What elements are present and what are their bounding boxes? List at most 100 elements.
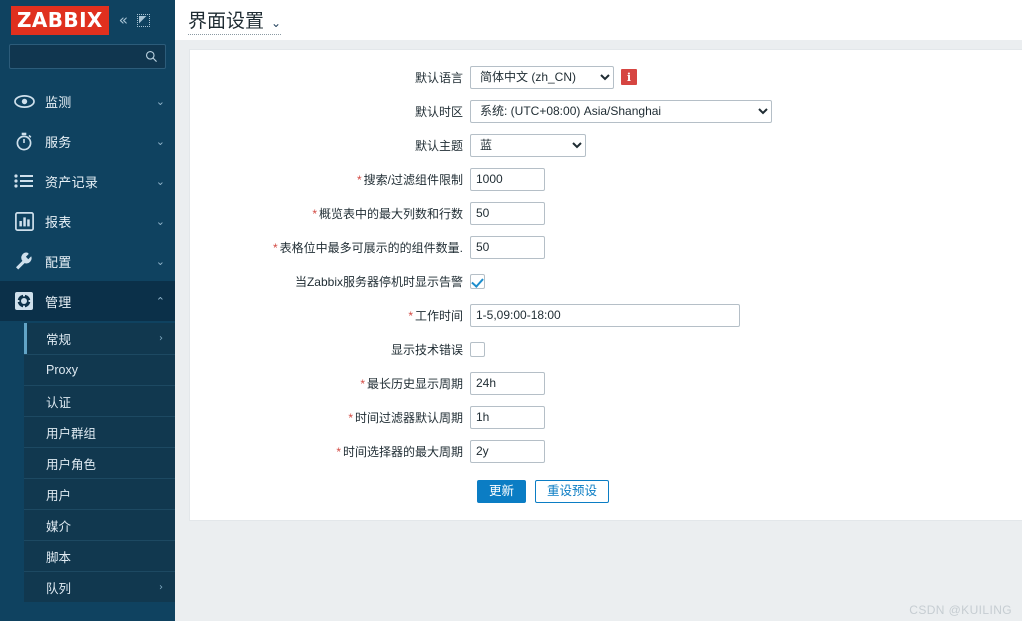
working-time-input[interactable] [470, 303, 740, 327]
sidebar-subitem-user-roles[interactable]: 用户角色 [24, 447, 175, 478]
sidebar-subitem-queue[interactable]: 队列 › [24, 571, 175, 602]
page-header: 界面设置 ⌄ [175, 0, 1022, 40]
sidebar-item-label: 管理 [45, 294, 72, 310]
label-technical-errors: 显示技术错误 [390, 342, 463, 357]
sidebar-item-inventory[interactable]: 资产记录 ⌄ [0, 161, 175, 201]
chart-bar-icon [13, 210, 35, 232]
gui-settings-form: 默认语言 简体中文 (zh_CN) i 默认时区 系统: (UTC+08:00)… [190, 50, 1022, 503]
field-max-cell-elements [470, 235, 545, 259]
max-history-period-input[interactable] [470, 371, 545, 395]
label-default-theme: 默认主题 [414, 138, 463, 153]
sidebar-subitem-authentication[interactable]: 认证 [24, 385, 175, 416]
sidebar-item-label: 资产记录 [45, 174, 99, 190]
form-row-server-down-warning: 当Zabbix服务器停机时显示告警 [190, 264, 1022, 298]
update-button[interactable]: 更新 [477, 480, 527, 503]
sidebar-submenu-administration: 常规 › Proxy 认证 用户群组 用户角色 用户 媒介 脚本 队列 › [24, 323, 175, 602]
label-text: 工作时间 [414, 308, 463, 323]
sidebar-subitem-media-types[interactable]: 媒介 [24, 509, 175, 540]
sidebar-subitem-proxy[interactable]: Proxy [24, 354, 175, 385]
collapse-sidebar-icon[interactable]: « [119, 12, 128, 28]
label-working-time: * 工作时间 [190, 307, 470, 324]
max-cell-elements-input[interactable] [470, 235, 545, 259]
form-row-technical-errors: 显示技术错误 [190, 332, 1022, 366]
technical-errors-checkbox[interactable] [470, 341, 485, 357]
chevron-down-icon: ⌄ [155, 254, 165, 268]
sidebar-search-container [0, 40, 175, 69]
form-row-time-filter-max: * 时间选择器的最大周期 [190, 434, 1022, 468]
sidebar-subitem-label: 队列 [46, 581, 72, 596]
reset-defaults-button[interactable]: 重设预设 [535, 480, 610, 503]
label-text: 最长历史显示周期 [366, 376, 463, 391]
sidebar-subitem-general[interactable]: 常规 › [24, 323, 175, 354]
sidebar-subitem-label: 媒介 [46, 519, 72, 534]
field-working-time [470, 303, 740, 327]
max-overview-input[interactable] [470, 201, 545, 225]
label-text: 时间选择器的最大周期 [342, 444, 463, 459]
form-row-default-theme: 默认主题 蓝 [190, 128, 1022, 162]
form-row-max-overview: * 概览表中的最大列数和行数 [190, 196, 1022, 230]
required-marker: * [272, 240, 278, 255]
label-server-down-warning: 当Zabbix服务器停机时显示告警 [294, 274, 463, 289]
label-search-limit: * 搜索/过滤组件限制 [190, 171, 470, 188]
sidebar-item-label: 报表 [45, 214, 72, 230]
hide-sidebar-icon[interactable] [136, 13, 150, 27]
sidebar: ZABBIX « 监测 ⌄ 服务 ⌄ 资产记录 ⌄ 报表 ⌄ 配置 ⌄ 管理 ⌃… [0, 0, 175, 621]
chevron-down-icon: ⌄ [155, 214, 165, 228]
required-marker: * [312, 206, 317, 221]
label-time-filter-max: * 时间选择器的最大周期 [190, 443, 470, 460]
field-default-timezone: 系统: (UTC+08:00) Asia/Shanghai [470, 99, 772, 123]
chevron-down-icon: ⌄ [155, 134, 165, 148]
sidebar-subitem-label: 用户群组 [46, 426, 97, 441]
form-row-max-cell-elements: * 表格位中最多可展示的的组件数量. [190, 230, 1022, 264]
label-time-filter-default: * 时间过滤器默认周期 [190, 409, 470, 426]
sidebar-item-monitoring[interactable]: 监测 ⌄ [0, 81, 175, 121]
chevron-right-icon: › [159, 581, 163, 593]
form-row-working-time: * 工作时间 [190, 298, 1022, 332]
time-filter-max-input[interactable] [470, 439, 545, 463]
zabbix-logo: ZABBIX [11, 5, 109, 35]
sidebar-item-configuration[interactable]: 配置 ⌄ [0, 241, 175, 281]
field-technical-errors [470, 341, 485, 357]
chevron-up-icon: ⌃ [155, 294, 165, 308]
default-timezone-select[interactable]: 系统: (UTC+08:00) Asia/Shanghai [470, 99, 772, 123]
field-server-down-warning [470, 273, 485, 289]
field-search-limit [470, 167, 545, 191]
search-input[interactable] [10, 45, 165, 68]
sidebar-subitem-label: 常规 [46, 333, 72, 347]
eye-icon [13, 90, 35, 112]
form-row-max-history-period: * 最长历史显示周期 [190, 366, 1022, 400]
sidebar-subitem-user-groups[interactable]: 用户群组 [24, 416, 175, 447]
field-time-filter-default [470, 405, 545, 429]
page-title-text: 界面设置 [188, 10, 265, 32]
label-max-cell-elements: * 表格位中最多可展示的的组件数量. [190, 239, 470, 256]
sidebar-subitem-scripts[interactable]: 脚本 [24, 540, 175, 571]
required-marker: * [348, 410, 353, 425]
label-max-history-period: * 最长历史显示周期 [190, 375, 470, 392]
search-limit-input[interactable] [470, 167, 545, 191]
sidebar-subitem-label: 用户 [46, 488, 72, 503]
time-filter-default-input[interactable] [470, 405, 545, 429]
sidebar-subitem-label: 用户角色 [46, 457, 97, 472]
label-default-timezone: 默认时区 [414, 104, 463, 119]
chevron-down-icon: ⌄ [155, 174, 165, 188]
label-text: 概览表中的最大列数和行数 [318, 206, 463, 221]
default-theme-select[interactable]: 蓝 [470, 133, 586, 157]
form-actions: 更新 重设预设 [190, 480, 1022, 503]
info-icon[interactable]: i [621, 69, 637, 85]
sidebar-item-services[interactable]: 服务 ⌄ [0, 121, 175, 161]
required-marker: * [336, 444, 341, 459]
search-box[interactable] [9, 44, 166, 69]
sidebar-item-reports[interactable]: 报表 ⌄ [0, 201, 175, 241]
sidebar-subitem-users[interactable]: 用户 [24, 478, 175, 509]
sidebar-item-administration[interactable]: 管理 ⌃ [0, 281, 175, 321]
form-row-default-language: 默认语言 简体中文 (zh_CN) i [190, 60, 1022, 94]
server-down-warning-checkbox[interactable] [470, 273, 485, 289]
page-title[interactable]: 界面设置 ⌄ [188, 6, 282, 35]
app-root: ZABBIX « 监测 ⌄ 服务 ⌄ 资产记录 ⌄ 报表 ⌄ 配置 ⌄ 管理 ⌃… [0, 0, 1022, 621]
default-language-select[interactable]: 简体中文 (zh_CN) [470, 65, 614, 89]
form-row-time-filter-default: * 时间过滤器默认周期 [190, 400, 1022, 434]
sidebar-item-label: 监测 [45, 94, 72, 110]
search-icon [145, 50, 157, 63]
gear-icon [13, 290, 35, 312]
list-icon [13, 170, 35, 192]
